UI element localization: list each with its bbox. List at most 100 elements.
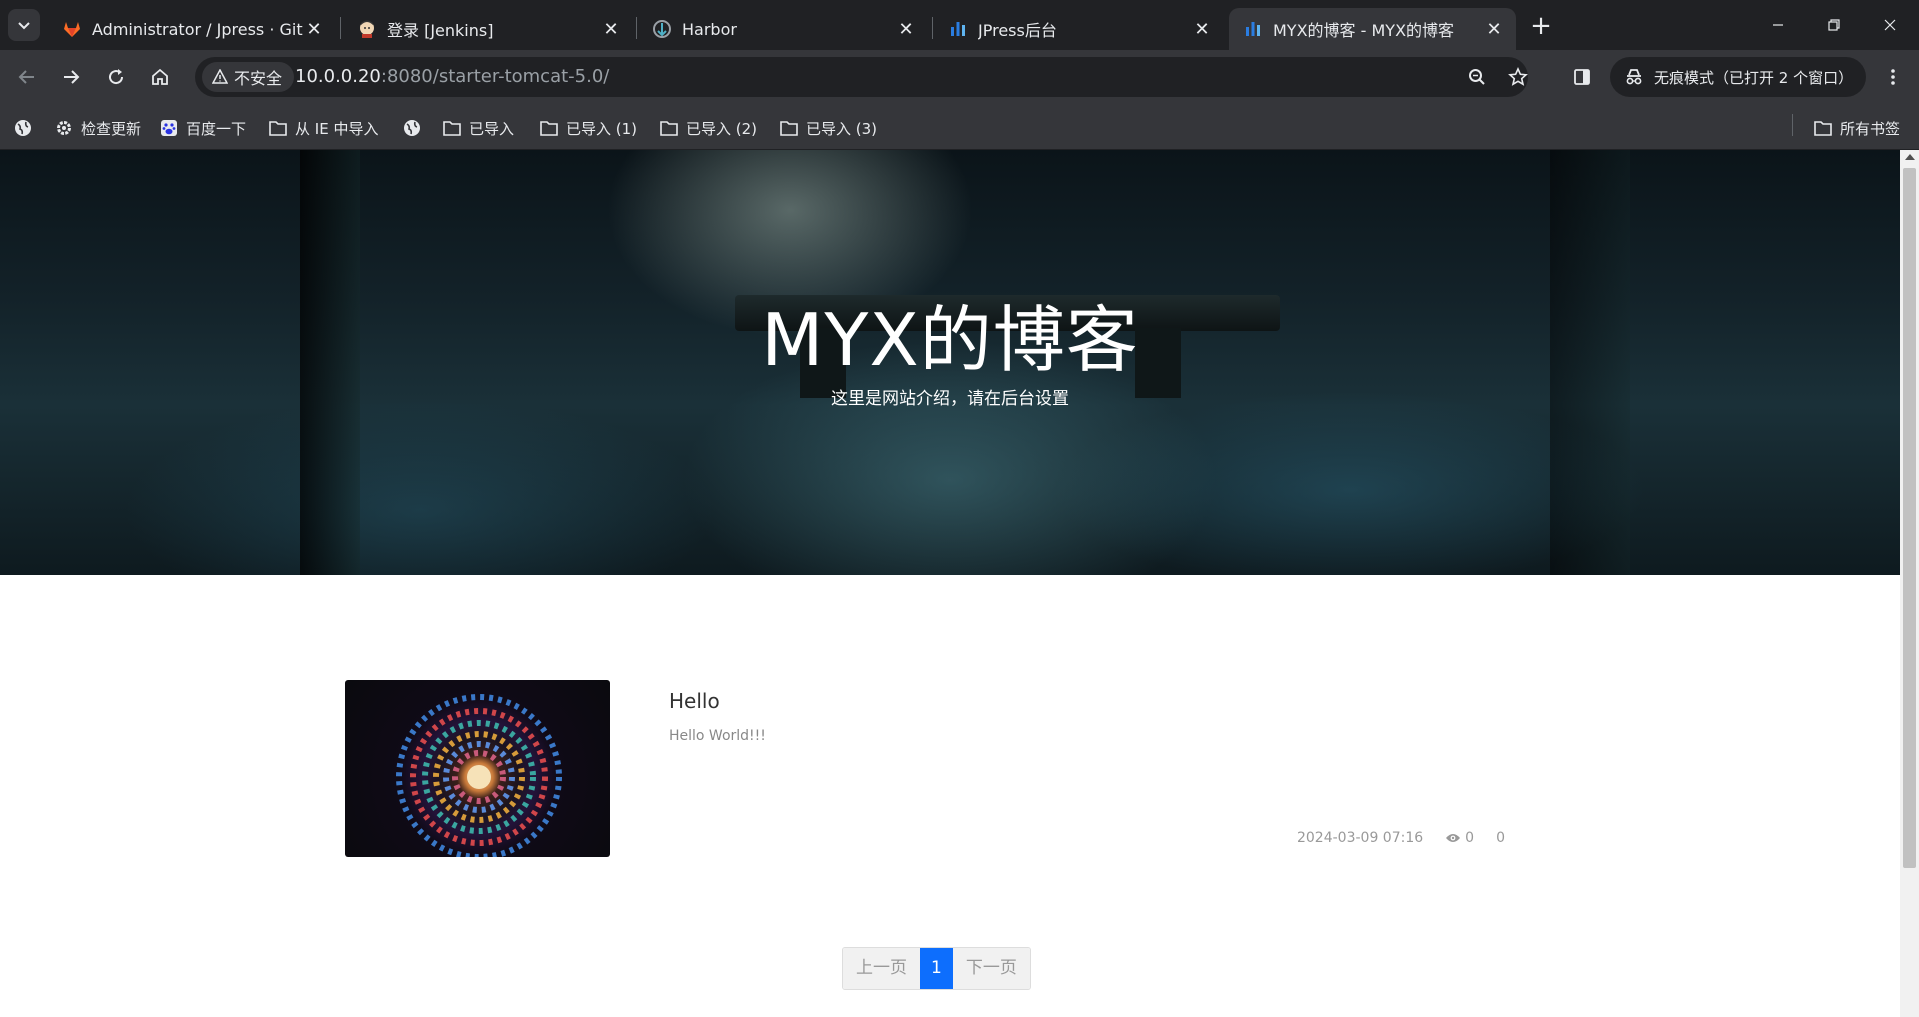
minimize-button[interactable] <box>1750 0 1806 50</box>
bookmark-imported[interactable]: 已导入 <box>443 114 514 142</box>
site-title: MYX的博客 <box>761 298 1139 382</box>
bookmark-globe[interactable] <box>14 114 40 142</box>
bookmark-label: 检查更新 <box>81 119 142 138</box>
next-page-button[interactable]: 下一页 <box>952 948 1030 989</box>
tab-separator <box>636 17 637 39</box>
chevron-down-icon <box>18 22 30 30</box>
post-views: 0 <box>1465 830 1475 846</box>
address-bar[interactable]: 不安全 10.0.0.20:8080/starter-tomcat-5.0/ <box>195 57 1528 97</box>
new-tab-button[interactable]: + <box>1526 11 1556 41</box>
minimize-icon <box>1773 24 1783 26</box>
gitlab-icon <box>62 19 82 39</box>
window-close-button[interactable] <box>1862 0 1918 50</box>
post-excerpt: Hello World!!! <box>669 728 766 744</box>
jpress-icon <box>1243 19 1263 39</box>
bookmark-imported-1[interactable]: 已导入 (1) <box>540 114 637 142</box>
page-scrollbar[interactable] <box>1900 150 1919 1017</box>
spiral-image <box>396 694 562 857</box>
bookmark-ie-import[interactable]: 从 IE 中导入 <box>269 114 378 142</box>
close-icon[interactable]: ✕ <box>601 19 621 40</box>
side-panel-button[interactable] <box>1565 60 1599 94</box>
tab-jpress-admin[interactable]: JPress后台 ✕ <box>934 8 1224 50</box>
url-path: :8080/starter-tomcat-5.0/ <box>380 66 610 87</box>
folder-icon <box>660 119 678 137</box>
post-title[interactable]: Hello <box>669 689 720 713</box>
star-icon[interactable] <box>1506 65 1530 89</box>
tab-title: Harbor <box>682 19 737 39</box>
zoom-icon[interactable] <box>1465 65 1489 89</box>
pagination: 上一页 1 下一页 <box>842 947 1031 990</box>
tab-myx-blog[interactable]: MYX的博客 - MYX的博客 ✕ <box>1229 8 1516 50</box>
tab-separator <box>932 17 933 39</box>
forward-button[interactable] <box>54 60 88 94</box>
scroll-up-arrow[interactable] <box>1905 154 1915 160</box>
tab-title: MYX的博客 - MYX的博客 <box>1273 21 1455 40</box>
scrollbar-thumb[interactable] <box>1903 168 1916 868</box>
tab-jenkins[interactable]: 登录 [Jenkins] ✕ <box>343 8 633 50</box>
bookmark-imported-2[interactable]: 已导入 (2) <box>660 114 757 142</box>
bookmark-label: 已导入 <box>469 119 515 138</box>
baidu-icon <box>160 119 178 137</box>
close-icon <box>1884 19 1896 31</box>
all-bookmarks[interactable]: 所有书签 <box>1814 114 1900 142</box>
arrow-left-icon <box>18 70 34 84</box>
security-label: 不安全 <box>234 69 283 88</box>
folder-icon <box>1814 119 1832 137</box>
home-icon <box>152 68 168 85</box>
reload-icon <box>109 69 124 85</box>
hero-banner: MYX的博客 这里是网站介绍，请在后台设置 <box>0 150 1900 575</box>
gear-icon <box>55 119 73 137</box>
tab-title: 登录 [Jenkins] <box>387 21 494 40</box>
incognito-indicator[interactable]: 无痕模式（已打开 2 个窗口） <box>1610 57 1866 97</box>
globe-icon <box>14 119 32 137</box>
prev-page-button[interactable]: 上一页 <box>843 948 920 989</box>
all-bookmarks-label: 所有书签 <box>1840 119 1901 138</box>
home-button[interactable] <box>143 60 177 94</box>
back-button[interactable] <box>10 60 44 94</box>
bookmarks-separator <box>1792 114 1793 136</box>
restore-icon <box>1828 19 1840 31</box>
bookmark-label: 已导入 (3) <box>806 119 878 138</box>
bookmark-imported-3[interactable]: 已导入 (3) <box>780 114 877 142</box>
bookmark-baidu[interactable]: 百度一下 <box>160 114 246 142</box>
bookmark-label: 从 IE 中导入 <box>295 119 379 138</box>
post-meta: 2024-03-09 07:16 0 0 <box>1297 828 1505 848</box>
close-icon[interactable]: ✕ <box>1484 19 1504 40</box>
folder-icon <box>443 119 461 137</box>
side-panel-icon <box>1574 69 1590 85</box>
folder-icon <box>269 119 287 137</box>
close-icon[interactable]: ✕ <box>304 19 324 40</box>
browser-toolbar: 不安全 10.0.0.20:8080/starter-tomcat-5.0/ 无… <box>0 50 1919 105</box>
warning-icon <box>212 69 228 84</box>
bookmarks-bar: 检查更新 百度一下 从 IE 中导入 已导入 已导入 (1) 已导入 (2) 已… <box>0 105 1919 150</box>
post-date: 2024-03-09 07:16 <box>1296 830 1424 846</box>
incognito-label: 无痕模式（已打开 2 个窗口） <box>1654 68 1854 87</box>
more-vert-icon <box>1891 69 1895 85</box>
page-number-current[interactable]: 1 <box>920 948 953 989</box>
globe-icon <box>403 119 421 137</box>
tab-title: Administrator / Jpress · GitLab <box>92 19 304 39</box>
bookmark-label: 已导入 (2) <box>686 119 758 138</box>
close-icon[interactable]: ✕ <box>896 19 916 40</box>
site-description: 这里是网站介绍，请在后台设置 <box>831 389 1069 409</box>
menu-button[interactable] <box>1876 60 1910 94</box>
jenkins-icon <box>357 19 377 39</box>
tab-harbor[interactable]: Harbor ✕ <box>638 8 928 50</box>
security-chip[interactable]: 不安全 <box>202 62 295 92</box>
post-comments: 0 <box>1496 830 1505 846</box>
url-text[interactable]: 10.0.0.20:8080/starter-tomcat-5.0/ <box>295 57 609 97</box>
folder-icon <box>780 119 798 137</box>
eye-icon <box>1446 834 1461 842</box>
restore-button[interactable] <box>1806 0 1862 50</box>
tab-search-button[interactable] <box>8 9 40 41</box>
bookmark-globe-2[interactable] <box>403 114 429 142</box>
jpress-icon <box>948 19 968 39</box>
tab-gitlab[interactable]: Administrator / Jpress · GitLab ✕ <box>48 8 336 50</box>
bookmark-check-update[interactable]: 检查更新 <box>55 114 141 142</box>
close-icon[interactable]: ✕ <box>1192 19 1212 40</box>
reload-button[interactable] <box>99 60 133 94</box>
post-thumbnail[interactable] <box>345 680 610 857</box>
bookmark-label: 百度一下 <box>186 119 247 138</box>
bookmark-label: 已导入 (1) <box>566 119 638 138</box>
harbor-icon <box>652 19 672 39</box>
